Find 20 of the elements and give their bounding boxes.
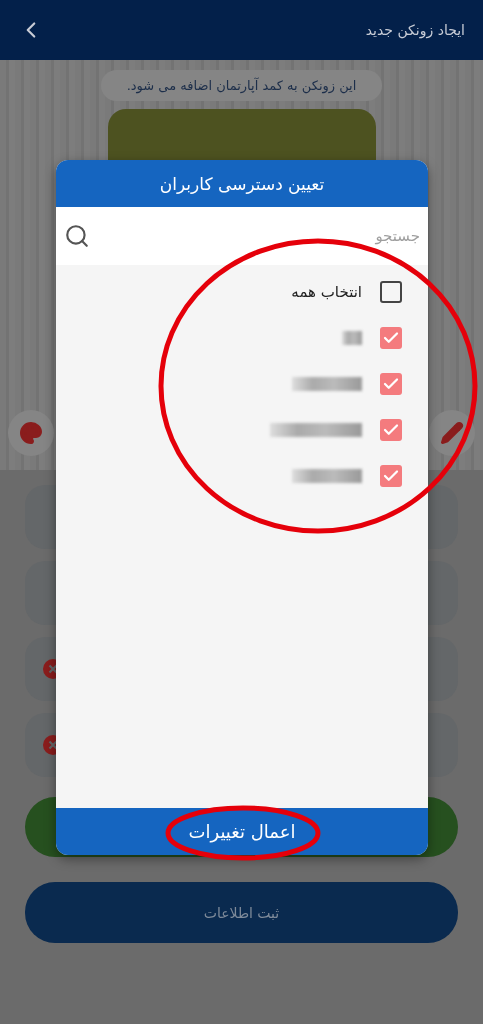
checkbox[interactable] (380, 281, 402, 303)
checkbox[interactable] (380, 465, 402, 487)
redacted-name (292, 469, 362, 483)
submit-button[interactable]: ثبت اطلاعات (25, 882, 458, 943)
info-toast: این زونکن به کمد آپارتمان اضافه می شود. (100, 70, 383, 101)
pencil-icon (440, 421, 464, 445)
redacted-name (342, 331, 362, 345)
redacted-name (292, 377, 362, 391)
checkbox[interactable] (380, 327, 402, 349)
search-input[interactable]: جستجو (90, 226, 422, 246)
checkbox[interactable] (380, 373, 402, 395)
apply-button[interactable]: اعمال تغییرات (56, 808, 428, 855)
palette-button[interactable] (8, 410, 54, 456)
select-all-label: انتخاب همه (291, 283, 362, 301)
search-icon[interactable] (64, 223, 90, 249)
dialog-title: تعیین دسترسی کاربران (56, 160, 428, 207)
palette-icon (19, 421, 43, 445)
search-field[interactable]: جستجو (56, 207, 428, 265)
checkbox[interactable] (380, 419, 402, 441)
screen-title: ایجاد زونکن جدید (365, 22, 465, 38)
